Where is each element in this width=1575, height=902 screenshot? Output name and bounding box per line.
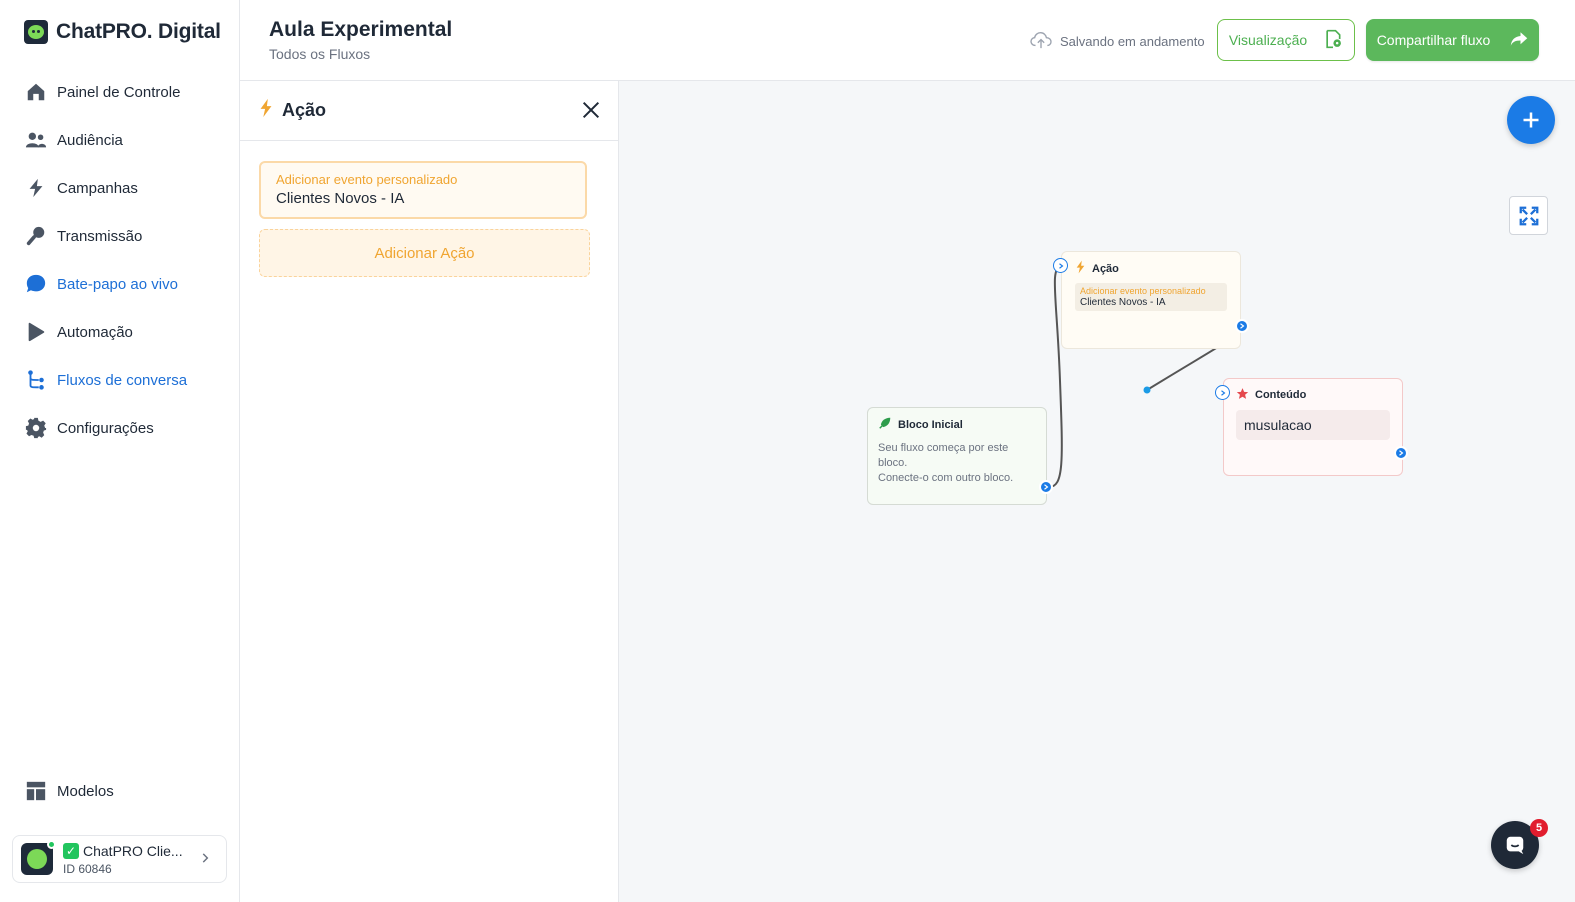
content-block-text: musulacao: [1236, 410, 1390, 440]
sidebar-item-bate-papo[interactable]: Bate-papo ao vivo: [0, 260, 239, 308]
start-block-description: Seu fluxo começa por este bloco. Conecte…: [878, 441, 1036, 486]
account-name: ✓ ChatPRO Clie...: [63, 842, 183, 859]
start-block-description-line2: Conecte-o com outro bloco.: [878, 472, 1014, 484]
saving-status: Salvando em andamento: [1030, 30, 1205, 53]
content-block-title: Conteúdo: [1255, 389, 1307, 401]
account-name-text: ChatPRO Clie...: [83, 842, 183, 859]
breadcrumb-all-flows[interactable]: Todos os Fluxos: [269, 46, 370, 62]
action-output-handle[interactable]: [1235, 319, 1249, 333]
action-block-event: Adicionar evento personalizado Clientes …: [1075, 283, 1227, 311]
chevron-right-icon: [1399, 450, 1404, 456]
top-header: Aula Experimental Todos os Fluxos Salvan…: [240, 0, 1575, 81]
support-chat-button[interactable]: 5: [1491, 819, 1548, 869]
chevron-right-icon: [1044, 484, 1049, 490]
preview-button[interactable]: Visualização: [1217, 19, 1355, 61]
start-block-description-line1: Seu fluxo começa por este bloco.: [878, 442, 1009, 469]
connection-lines: [1048, 265, 1244, 488]
broadcast-icon: [25, 225, 47, 247]
sidebar-item-painel[interactable]: Painel de Controle: [0, 68, 239, 116]
share-arrow-icon: [1510, 31, 1528, 50]
action-block-title: Ação: [1092, 262, 1119, 275]
online-status-dot: [47, 840, 56, 849]
custom-event-card[interactable]: Adicionar evento personalizado Clientes …: [259, 161, 587, 219]
brand-name: ChatPRO. Digital: [56, 20, 221, 43]
unread-badge: 5: [1530, 819, 1548, 837]
brand[interactable]: ChatPRO. Digital: [24, 20, 221, 44]
action-block-event-label: Adicionar evento personalizado: [1080, 286, 1206, 296]
rocket-leaf-icon: [878, 416, 892, 433]
bolt-icon: [1075, 260, 1086, 277]
sidebar-item-fluxos[interactable]: Fluxos de conversa: [0, 356, 239, 404]
chat-bubble-icon: [25, 273, 47, 295]
sidebar-item-campanhas[interactable]: Campanhas: [0, 164, 239, 212]
sidebar-item-label: Audiência: [57, 131, 123, 149]
preview-button-label: Visualização: [1228, 32, 1308, 48]
chevron-right-icon: [1220, 389, 1225, 396]
gear-icon: [25, 417, 47, 439]
sidebar-item-label: Campanhas: [57, 179, 138, 197]
plus-icon: [1523, 112, 1539, 128]
custom-event-value: Clientes Novos - IA: [276, 190, 405, 207]
action-panel-title: Ação: [282, 100, 327, 120]
expand-icon: [1519, 206, 1538, 225]
chevron-right-icon: [198, 851, 212, 870]
sidebar-item-label: Automação: [57, 323, 133, 341]
sidebar-item-audiencia[interactable]: Audiência: [0, 116, 239, 164]
start-output-handle[interactable]: [1039, 480, 1053, 494]
action-input-handle[interactable]: [1053, 258, 1068, 273]
page-title: Aula Experimental: [269, 18, 453, 41]
custom-event-label: Adicionar evento personalizado: [276, 172, 458, 187]
content-block-node[interactable]: Conteúdo musulacao: [1215, 378, 1408, 476]
sidebar: ChatPRO. Digital Painel de Controle Audi…: [0, 0, 240, 902]
sidebar-item-label: Transmissão: [57, 227, 143, 245]
action-panel: Ação Adicionar evento personalizado Clie…: [240, 81, 619, 902]
start-block-title: Bloco Inicial: [898, 418, 963, 431]
sidebar-item-label: Bate-papo ao vivo: [57, 275, 178, 293]
sidebar-item-label: Painel de Controle: [57, 83, 181, 101]
account-switcher[interactable]: ✓ ChatPRO Clie... ID 60846: [12, 835, 227, 883]
sidebar-item-transmissao[interactable]: Transmissão: [0, 212, 239, 260]
nav-bottom: Modelos: [0, 767, 239, 815]
account-id: ID 60846: [63, 861, 112, 876]
sidebar-item-modelos[interactable]: Modelos: [0, 767, 239, 815]
action-panel-header: Ação: [240, 81, 618, 141]
preview-file-icon: [1323, 29, 1343, 52]
share-flow-button-label: Compartilhar fluxo: [1376, 32, 1491, 48]
share-flow-button[interactable]: Compartilhar fluxo: [1366, 19, 1539, 61]
close-icon[interactable]: [580, 99, 602, 121]
add-block-button[interactable]: [1507, 96, 1555, 144]
sidebar-item-automacao[interactable]: Automação: [0, 308, 239, 356]
sidebar-item-label: Fluxos de conversa: [57, 371, 188, 389]
content-input-handle[interactable]: [1215, 385, 1230, 400]
action-block-event-value: Clientes Novos - IA: [1080, 297, 1166, 308]
home-icon: [25, 81, 47, 103]
action-block-node[interactable]: Ação Adicionar evento personalizado Clie…: [1053, 251, 1249, 349]
play-icon: [25, 321, 47, 343]
cloud-upload-icon: [1030, 30, 1052, 53]
sidebar-item-label: Modelos: [57, 782, 114, 800]
fit-view-button[interactable]: [1509, 196, 1548, 235]
star-icon: [1236, 387, 1249, 403]
connection-drag-point: [1143, 386, 1151, 394]
flow-canvas[interactable]: Bloco Inicial Seu fluxo começa por este …: [619, 81, 1575, 902]
flow-icon: [25, 369, 47, 391]
start-block-node[interactable]: Bloco Inicial Seu fluxo começa por este …: [867, 407, 1053, 505]
users-icon: [25, 129, 47, 151]
avatar: [21, 840, 56, 875]
templates-icon: [25, 780, 47, 802]
chat-icon: [1506, 836, 1524, 855]
bolt-icon: [258, 98, 274, 123]
content-output-handle[interactable]: [1394, 446, 1408, 460]
add-action-button[interactable]: Adicionar Ação: [259, 229, 590, 277]
sidebar-item-label: Configurações: [57, 419, 154, 437]
main-nav: Painel de Controle Audiência Campanhas T…: [0, 68, 239, 452]
brand-logo-icon: [24, 20, 48, 44]
chevron-right-icon: [1058, 262, 1063, 269]
verified-check-icon: ✓: [63, 842, 79, 859]
bolt-icon: [25, 177, 47, 199]
sidebar-item-configuracoes[interactable]: Configurações: [0, 404, 239, 452]
saving-status-text: Salvando em andamento: [1060, 34, 1205, 49]
chevron-right-icon: [1240, 323, 1245, 329]
